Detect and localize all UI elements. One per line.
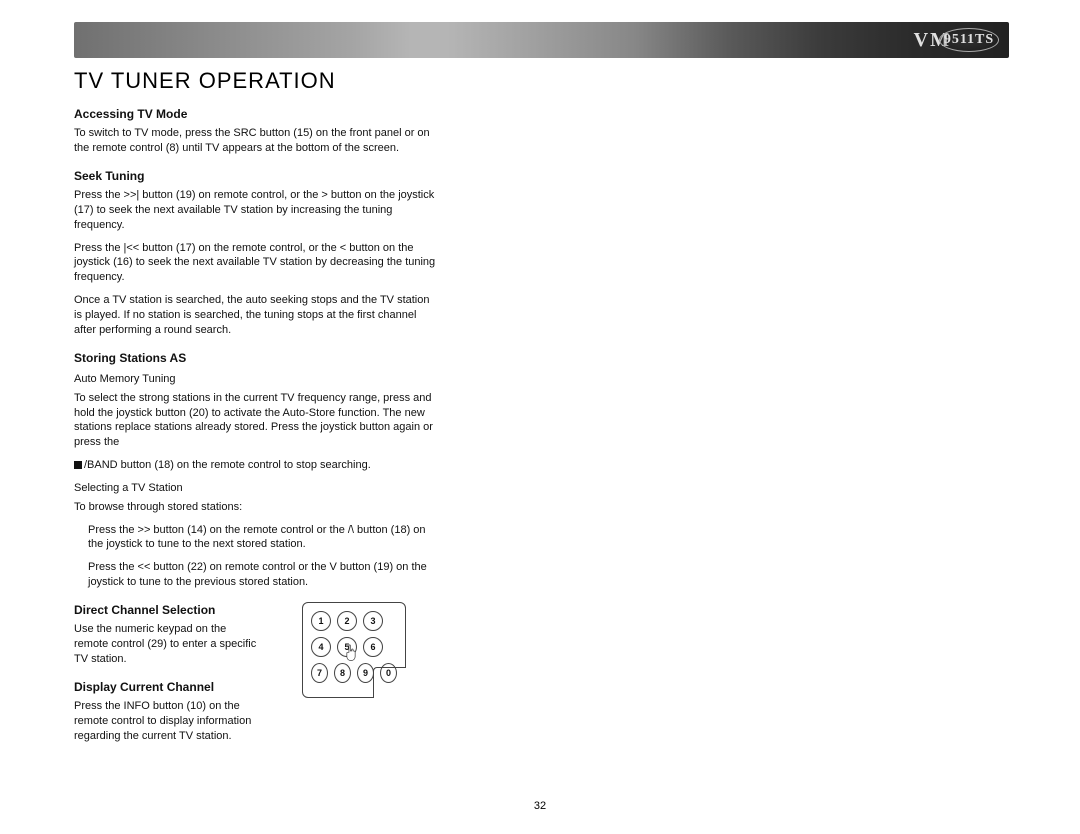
model-rest: 9511TS	[939, 28, 999, 52]
keypad-key: 7	[311, 663, 328, 683]
keypad-row: 1 2 3	[311, 611, 397, 631]
keypad-key: 0	[380, 663, 397, 683]
para: Press the >>| button (19) on remote cont…	[74, 188, 439, 233]
heading-seek: Seek Tuning	[74, 168, 439, 184]
list-item: Press the >> button (14) on the remote c…	[88, 523, 439, 553]
model-badge: VM9511TS	[914, 28, 999, 52]
keypad-key: 8	[334, 663, 351, 683]
heading-storing: Storing Stations AS	[74, 350, 439, 366]
cursor-hand-icon	[344, 644, 358, 662]
keypad-key: 3	[363, 611, 383, 631]
para: Use the numeric keypad on the remote con…	[74, 622, 259, 667]
para: Once a TV station is searched, the auto …	[74, 293, 439, 338]
keypad-figure: 1 2 3 4 5 6 7 8 9 0	[302, 602, 406, 698]
para: To select the strong stations in the cur…	[74, 391, 439, 450]
header-bar: VM9511TS	[74, 22, 1009, 58]
stop-band-icon	[74, 461, 82, 469]
page-title: TV TUNER OPERATION	[74, 68, 1020, 94]
para: Press the |<< button (17) on the remote …	[74, 241, 439, 286]
subheading: Auto Memory Tuning	[74, 372, 439, 387]
content-column: Accessing TV Mode To switch to TV mode, …	[74, 106, 439, 743]
indent-list: Press the >> button (14) on the remote c…	[74, 523, 439, 590]
keypad-key: 9	[357, 663, 374, 683]
keypad-key: 2	[337, 611, 357, 631]
band-line: /BAND button (18) on the remote control …	[84, 459, 371, 471]
para: Press the INFO button (10) on the remote…	[74, 699, 259, 744]
list-item: Press the << button (22) on remote contr…	[88, 560, 439, 590]
para: To switch to TV mode, press the SRC butt…	[74, 126, 439, 156]
subheading: Selecting a TV Station	[74, 481, 439, 496]
keypad-row: 7 8 9 0	[311, 663, 397, 683]
page-number: 32	[0, 800, 1080, 812]
keypad-key: 6	[363, 637, 383, 657]
heading-accessing: Accessing TV Mode	[74, 106, 439, 122]
keypad-key: 1	[311, 611, 331, 631]
bottom-block: 1 2 3 4 5 6 7 8 9 0	[74, 602, 439, 743]
para: To browse through stored stations:	[74, 500, 439, 515]
keypad-key: 4	[311, 637, 331, 657]
para: /BAND button (18) on the remote control …	[74, 458, 439, 473]
